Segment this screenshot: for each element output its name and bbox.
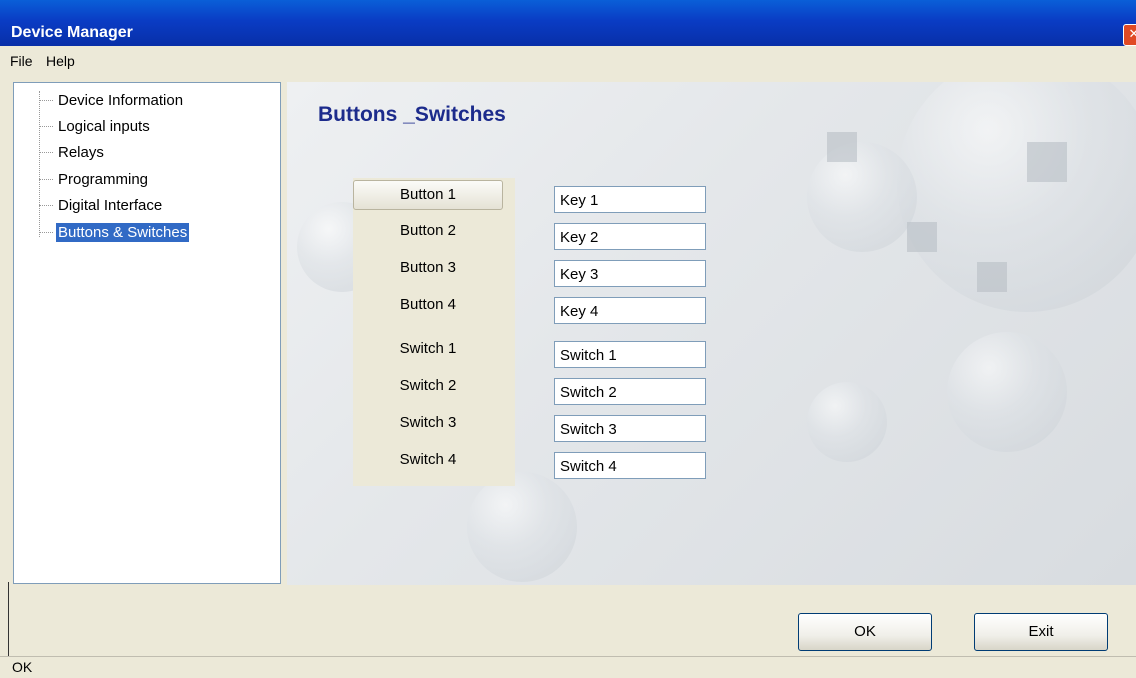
switch-1-field[interactable]: Switch 1 (554, 341, 706, 368)
switch-4-field[interactable]: Switch 4 (554, 452, 706, 479)
background-pixel (1027, 142, 1067, 182)
tree-item-device-information[interactable]: Device Information (14, 90, 274, 112)
switch-2-field[interactable]: Switch 2 (554, 378, 706, 405)
tree-item-logical-inputs[interactable]: Logical inputs (14, 116, 274, 138)
button-4-field[interactable]: Key 4 (554, 297, 706, 324)
button-3-field[interactable]: Key 3 (554, 260, 706, 287)
switch-1-label: Switch 1 (399, 340, 457, 357)
background-pixel (977, 262, 1007, 292)
menu-help[interactable]: Help (46, 53, 75, 69)
button-1-field[interactable]: Key 1 (554, 186, 706, 213)
status-text: OK (12, 659, 33, 675)
button-3-label: Button 3 (400, 259, 456, 276)
tree-item-label: Relays (58, 144, 104, 161)
tree-item-label: Device Information (58, 92, 184, 109)
background-pixel (907, 222, 937, 252)
tree-item-digital-interface[interactable]: Digital Interface (14, 195, 274, 217)
tree-item-label: Logical inputs (58, 118, 150, 135)
content-panel: Buttons _Switches Button 1 Button 2 Butt… (287, 82, 1136, 585)
button-2-field[interactable]: Key 2 (554, 223, 706, 250)
tree-item-label: Buttons & Switches (56, 223, 190, 242)
button-label-panel: Button 1 Button 2 Button 3 Button 4 Swit… (353, 178, 515, 486)
navigation-tree: Device Information Logical inputs Relays… (13, 82, 281, 584)
switch-3-label: Switch 3 (399, 414, 457, 431)
background-bubble (897, 82, 1136, 312)
background-bubble (467, 472, 577, 582)
background-bubble (807, 382, 887, 462)
menu-bar: File Help (0, 46, 1136, 74)
background-pixel (827, 132, 857, 162)
window-title: Device Manager (11, 24, 133, 41)
button-bar (0, 586, 1136, 654)
menu-file[interactable]: File (10, 53, 33, 69)
background-bubble (947, 332, 1067, 452)
switch-2-label: Switch 2 (399, 377, 457, 394)
ok-button[interactable]: OK (798, 613, 932, 651)
title-bar: Device Manager ✕ (0, 0, 1136, 46)
button-2-label: Button 2 (400, 222, 456, 239)
close-icon[interactable]: ✕ (1123, 24, 1136, 46)
status-bar: OK (0, 656, 1136, 678)
page-title: Buttons _Switches (318, 103, 506, 126)
button-1-label[interactable]: Button 1 (353, 180, 503, 210)
tree-item-buttons-switches[interactable]: Buttons & Switches (14, 222, 274, 244)
button-4-label: Button 4 (400, 296, 456, 313)
switch-4-label: Switch 4 (399, 451, 457, 468)
switch-3-field[interactable]: Switch 3 (554, 415, 706, 442)
background-bubble (807, 142, 917, 252)
tree-item-label: Digital Interface (58, 197, 163, 214)
tree-item-programming[interactable]: Programming (14, 169, 274, 191)
tree-item-relays[interactable]: Relays (14, 142, 274, 164)
exit-button[interactable]: Exit (974, 613, 1108, 651)
tree-item-label: Programming (58, 171, 149, 188)
